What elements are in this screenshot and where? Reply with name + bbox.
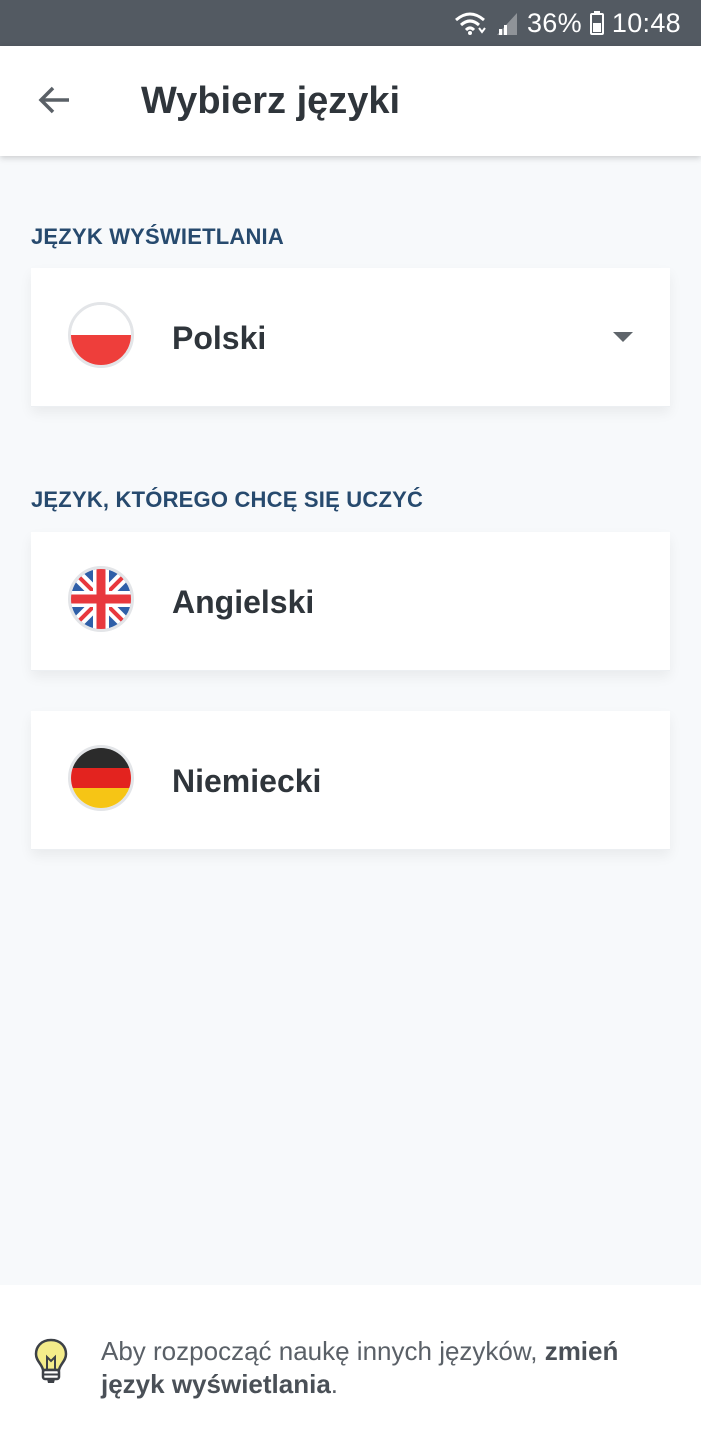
footer-hint: Aby rozpocząć naukę innych języków, zmie… (0, 1285, 701, 1440)
status-bar: 36% 10:48 (0, 0, 701, 46)
uk-flag-icon (68, 566, 134, 632)
page-title: Wybierz języki (141, 80, 401, 122)
lightbulb-icon (33, 1337, 69, 1387)
caret-down-icon (613, 332, 633, 342)
display-language-label: Polski (172, 320, 267, 356)
language-option-label: Niemiecki (172, 763, 322, 799)
display-language-section-label: JĘZYK WYŚWIETLANIA (31, 224, 284, 249)
arrow-left-icon (37, 85, 71, 120)
footer-hint-suffix: . (330, 1369, 339, 1399)
footer-hint-text: Aby rozpocząć naukę innych języków, zmie… (101, 1335, 661, 1401)
germany-flag-icon (68, 745, 134, 811)
poland-flag-icon (68, 302, 134, 368)
app-bar: Wybierz języki (0, 46, 701, 156)
wifi-icon (453, 10, 487, 36)
clock: 10:48 (611, 7, 681, 38)
language-option-label: Angielski (172, 584, 315, 620)
signal-icon (495, 11, 519, 35)
display-language-dropdown[interactable]: Polski (31, 268, 670, 407)
battery-icon (589, 11, 604, 35)
learn-language-section-label: JĘZYK, KTÓREGO CHCĘ SIĘ UCZYĆ (31, 487, 424, 512)
language-option-german[interactable]: Niemiecki (31, 711, 670, 850)
footer-hint-prefix: Aby rozpocząć naukę innych języków, (101, 1336, 545, 1366)
battery-percent: 36% (526, 7, 582, 38)
back-button[interactable] (30, 82, 78, 122)
language-option-english[interactable]: Angielski (31, 532, 670, 671)
